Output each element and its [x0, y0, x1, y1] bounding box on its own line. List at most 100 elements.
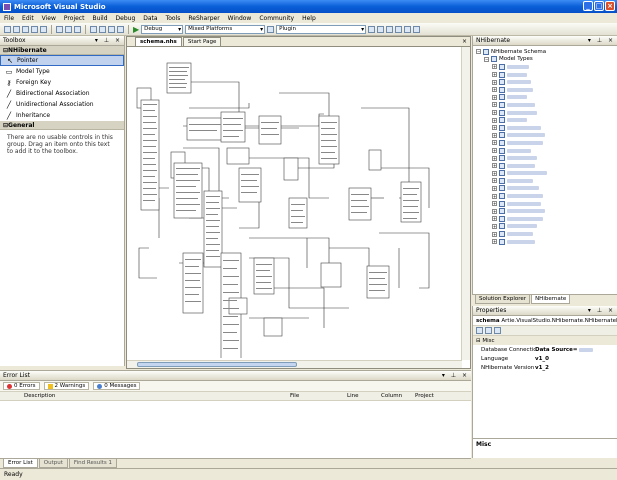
- expand-icon[interactable]: +: [492, 132, 497, 138]
- menu-file[interactable]: File: [4, 15, 14, 22]
- menu-edit[interactable]: Edit: [22, 15, 34, 22]
- expand-icon[interactable]: +: [492, 110, 497, 116]
- expand-icon[interactable]: +: [492, 140, 497, 146]
- entity-box[interactable]: [182, 252, 204, 314]
- expand-icon[interactable]: +: [492, 125, 497, 131]
- tree-model-type-item[interactable]: +: [476, 94, 617, 102]
- maximize-button[interactable]: □: [594, 1, 604, 11]
- column-description[interactable]: Description: [24, 393, 55, 399]
- expand-icon[interactable]: +: [492, 216, 497, 222]
- minimize-button[interactable]: _: [583, 1, 593, 11]
- errors-filter-button[interactable]: 0 Errors: [3, 382, 40, 390]
- expand-icon[interactable]: +: [492, 94, 497, 100]
- schema-diagram-canvas[interactable]: [129, 48, 459, 358]
- entity-box[interactable]: [226, 147, 250, 165]
- entity-box[interactable]: [220, 111, 246, 143]
- collapse-icon[interactable]: −: [476, 49, 481, 55]
- toolbox-item-inheritance[interactable]: ╱ Inheritance: [0, 110, 124, 121]
- expand-icon[interactable]: +: [492, 223, 497, 229]
- expand-icon[interactable]: +: [492, 193, 497, 199]
- tree-model-type-item[interactable]: +: [476, 71, 617, 79]
- entity-box[interactable]: [186, 117, 224, 141]
- tree-model-type-item[interactable]: +: [476, 170, 617, 178]
- cut-icon[interactable]: [56, 25, 63, 33]
- entity-box[interactable]: [368, 149, 382, 171]
- toolbox-item-model-type[interactable]: ▭ Model Type: [0, 66, 124, 77]
- expand-icon[interactable]: +: [492, 208, 497, 214]
- panel-buttons[interactable]: ▾ ⊥ ×: [588, 307, 615, 314]
- entity-box[interactable]: [348, 187, 372, 221]
- tree-model-types[interactable]: − Model Types: [476, 56, 617, 64]
- expand-icon[interactable]: +: [492, 148, 497, 154]
- tree-model-type-item[interactable]: +: [476, 147, 617, 155]
- entity-box[interactable]: [366, 265, 390, 299]
- expand-icon[interactable]: +: [492, 170, 497, 176]
- tab-nhibernate[interactable]: NHibernate: [531, 295, 571, 304]
- start-debugging-icon[interactable]: ▶: [133, 25, 139, 34]
- tree-model-type-item[interactable]: +: [476, 109, 617, 117]
- tab-error-list[interactable]: Error List: [3, 459, 38, 468]
- expand-icon[interactable]: +: [492, 178, 497, 184]
- save-all-icon[interactable]: [40, 25, 47, 33]
- menu-resharper[interactable]: ReSharper: [188, 15, 219, 22]
- expand-icon[interactable]: +: [492, 185, 497, 191]
- solution-platform-select[interactable]: Mixed Platforms: [185, 24, 266, 34]
- property-row[interactable]: NHibernate Version v1_2: [473, 363, 617, 372]
- column-file[interactable]: File: [290, 393, 299, 399]
- toolbox-group-general[interactable]: ⊟ General: [0, 121, 124, 130]
- expand-icon[interactable]: +: [492, 72, 497, 78]
- new-project-icon[interactable]: [4, 25, 11, 33]
- entity-box[interactable]: [258, 115, 282, 145]
- expand-icon[interactable]: +: [492, 201, 497, 207]
- designer-vertical-scrollbar[interactable]: [461, 47, 470, 360]
- tab-find-results[interactable]: Find Results 1: [68, 459, 118, 468]
- tree-model-type-item[interactable]: +: [476, 215, 617, 223]
- tree-model-type-item[interactable]: +: [476, 192, 617, 200]
- redo-icon[interactable]: [99, 25, 106, 33]
- expand-icon[interactable]: +: [492, 155, 497, 161]
- tree-model-type-item[interactable]: +: [476, 185, 617, 193]
- panel-buttons[interactable]: ▾ ⊥ ×: [95, 37, 122, 44]
- menu-debug[interactable]: Debug: [116, 15, 136, 22]
- navigate-forward-icon[interactable]: [117, 25, 124, 33]
- tree-model-type-item[interactable]: +: [476, 223, 617, 231]
- tree-model-type-item[interactable]: +: [476, 124, 617, 132]
- tree-model-type-item[interactable]: +: [476, 132, 617, 140]
- property-category[interactable]: ⊟ Misc: [473, 336, 617, 345]
- column-column[interactable]: Column: [381, 393, 402, 399]
- warnings-filter-button[interactable]: 2 Warnings: [43, 382, 90, 390]
- startup-project-select[interactable]: Plugin: [276, 24, 367, 34]
- tree-model-type-item[interactable]: +: [476, 154, 617, 162]
- entity-box[interactable]: [288, 197, 308, 229]
- property-row[interactable]: Database Connection String Data Source=: [473, 345, 617, 354]
- tree-model-type-item[interactable]: +: [476, 238, 617, 246]
- entity-box[interactable]: [263, 317, 283, 337]
- categorized-icon[interactable]: [476, 327, 483, 334]
- tree-model-type-item[interactable]: +: [476, 86, 617, 94]
- tab-start-page[interactable]: Start Page: [182, 37, 222, 46]
- undo-icon[interactable]: [90, 25, 97, 33]
- close-button[interactable]: ×: [605, 1, 615, 11]
- start-page-icon[interactable]: [413, 25, 421, 33]
- scrollbar-thumb[interactable]: [137, 362, 297, 367]
- save-icon[interactable]: [31, 25, 38, 33]
- toolbox-item-pointer[interactable]: ↖ Pointer: [0, 55, 124, 66]
- toolbox-item-foreign-key[interactable]: ⚷ Foreign Key: [0, 77, 124, 88]
- tree-model-type-item[interactable]: +: [476, 116, 617, 124]
- add-item-icon[interactable]: [13, 25, 20, 33]
- expand-icon[interactable]: +: [492, 117, 497, 123]
- property-row[interactable]: Language v1_0: [473, 354, 617, 363]
- close-document-icon[interactable]: ×: [462, 38, 467, 45]
- entity-box[interactable]: [238, 167, 262, 203]
- expand-icon[interactable]: +: [492, 239, 497, 245]
- find-in-files-icon[interactable]: [368, 25, 376, 33]
- column-project[interactable]: Project: [415, 393, 434, 399]
- designer-horizontal-scrollbar[interactable]: [127, 360, 462, 368]
- tree-model-type-item[interactable]: +: [476, 207, 617, 215]
- panel-buttons[interactable]: ▾ ⊥ ×: [442, 372, 469, 379]
- object-selector[interactable]: schema Artie.VisualStudio.NHibernate.NHi…: [473, 316, 617, 326]
- tree-model-type-item[interactable]: +: [476, 101, 617, 109]
- tab-schema-nhs[interactable]: schema.nhs: [135, 37, 182, 46]
- tree-model-type-item[interactable]: +: [476, 78, 617, 86]
- entity-box[interactable]: [320, 262, 342, 288]
